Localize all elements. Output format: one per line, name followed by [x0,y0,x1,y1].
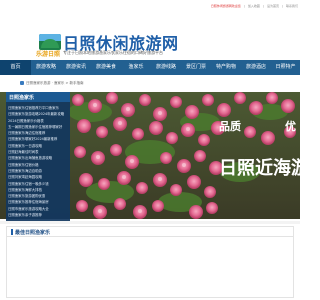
nav-item-tickets[interactable]: 景区门票 [181,60,211,75]
section-accent-bar [11,229,13,235]
nav-item-fisherman[interactable]: 渔家乐 [121,60,151,75]
sidebar-header: 日照渔家乐 [6,92,70,102]
divider: | [262,4,264,8]
banner-title-quality: 品质 [219,120,241,133]
section-header: 最佳日照渔家乐 [7,227,293,237]
nav-item-food[interactable]: 旅游美食 [91,60,121,75]
divider: | [243,4,245,8]
section-divider [0,221,300,224]
welcome-text: 日照休闲旅游网欢迎您 [210,4,241,8]
site-slogan: 专注于日照本地旅游渔家乐农家乐住宿的口碑好旅游平台 [63,50,163,55]
divider: | [281,4,283,8]
section-title: 最佳日照渔家乐 [15,230,51,236]
banner-title-excellent: 优 [285,120,296,133]
nav-item-specialty[interactable]: 日照特产 [271,60,300,75]
home-icon [20,81,24,85]
set-homepage-link[interactable]: 设为首页 [267,4,279,8]
main-nav: 首页 旅游攻略 旅游资讯 旅游美食 渔家乐 旅游线路 景区门票 特产购物 旅游酒… [0,60,300,75]
sidebar-panel: 日照渔家乐 日照渔家乐住宿推荐万平口渔家乐 日照渔家乐旅游攻略2024年最新攻略… [6,92,70,221]
breadcrumb-text[interactable]: 日照渔家乐旅游 · 渔家乐 > 新手指南 [26,81,84,86]
top-links: 日照休闲旅游网欢迎您 | 加入收藏 | 设为首页 | 联系我们 [211,4,298,8]
nav-item-guide[interactable]: 旅游攻略 [31,60,61,75]
best-fisherman-section: 最佳日照渔家乐 [6,226,294,298]
sidebar-list: 日照渔家乐住宿推荐万平口渔家乐 日照渔家乐旅游攻略2024年最新攻略 2024日… [8,105,68,218]
nav-item-hotels[interactable]: 旅游酒店 [241,60,271,75]
site-header: 乐游日照 日照休闲旅游网 专注于日照本地旅游渔家乐农家乐住宿的口碑好旅游平台 [0,12,300,58]
nav-item-routes[interactable]: 旅游线路 [151,60,181,75]
contact-us-link[interactable]: 联系我们 [286,4,298,8]
nav-item-home[interactable]: 首页 [0,60,31,75]
logo-text: 乐游日照 [36,51,61,58]
top-bar: 日照休闲旅游网欢迎您 | 加入收藏 | 设为首页 | 联系我们 [0,0,300,12]
add-favorite-link[interactable]: 加入收藏 [248,4,260,8]
sidebar-item[interactable]: 日照渔家乐亲子游推荐 [8,212,68,218]
sidebar-title: 日照渔家乐 [9,95,35,101]
nav-item-news[interactable]: 旅游资讯 [61,60,91,75]
breadcrumb: 日照渔家乐旅游 · 渔家乐 > 新手指南 [20,80,84,86]
sidebar-item[interactable]: 日照渔家乐旅游攻略2024年最新攻略 [8,111,68,117]
nav-item-shopping[interactable]: 特产购物 [211,60,241,75]
banner-title-seaside-tour: 日照近海游 [219,158,300,179]
logo-icon[interactable] [39,34,61,50]
